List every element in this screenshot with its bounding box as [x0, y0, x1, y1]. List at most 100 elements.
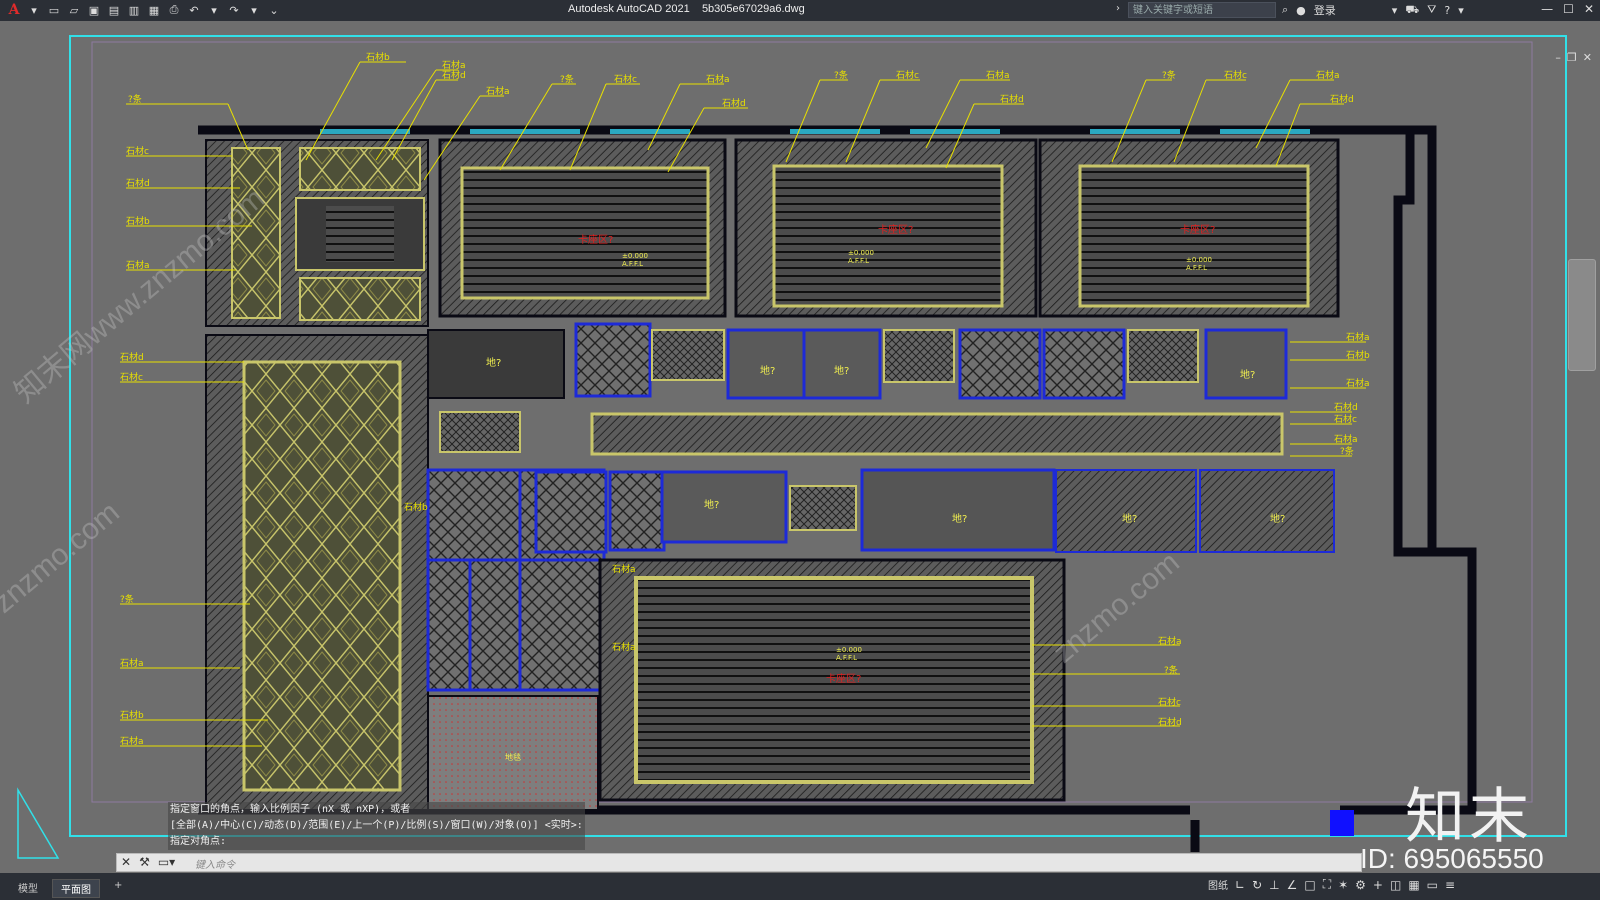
title-bar: A ▾ ▭ ▱ ▣ ▤ ▥ ▦ ⎙ ↶ ▾ ↷ ▾ ⌄ Autodesk Aut…	[0, 0, 1600, 21]
autodesk-account-icon[interactable]: ⛛	[1427, 3, 1436, 17]
hardware-accel-icon[interactable]: ▦	[1408, 878, 1419, 892]
undo-icon[interactable]: ↶	[186, 2, 202, 18]
svg-text:地?: 地?	[834, 364, 849, 377]
search-icon[interactable]: ⌕	[1282, 3, 1288, 17]
help-icon[interactable]: ?	[1444, 4, 1450, 17]
user-icon[interactable]: ●	[1296, 4, 1306, 17]
login-dropdown-icon[interactable]: ▾	[1392, 4, 1398, 17]
svg-text:石材d: 石材d	[1158, 716, 1182, 728]
osnap-icon[interactable]: □	[1304, 878, 1315, 892]
drawing-canvas[interactable]: 卡座区? 卡座区? 卡座区? 卡座区? 地? 地? 地? 地? 地? 地? 地?…	[0, 21, 1600, 873]
svg-text:±0.000: ±0.000	[622, 252, 648, 260]
svg-text:A.F.F.L: A.F.F.L	[622, 260, 643, 268]
workspace-gear-icon[interactable]: ⚙	[1355, 878, 1366, 892]
command-customize-icon[interactable]: ⚒	[139, 855, 150, 869]
clean-screen-icon[interactable]: ▭	[1427, 878, 1438, 892]
chevron-down-icon[interactable]: ▾	[26, 2, 42, 18]
svg-text:石材d: 石材d	[120, 351, 144, 363]
open-folder-icon[interactable]: ▱	[66, 2, 82, 18]
svg-text:地?: 地?	[704, 498, 719, 511]
svg-text:地?: 地?	[1122, 512, 1137, 525]
customize-icon[interactable]: ≡	[1445, 878, 1455, 892]
redo-icon[interactable]: ↷	[226, 2, 242, 18]
command-close-icon[interactable]: ✕	[121, 855, 131, 869]
svg-text:石材a: 石材a	[612, 563, 636, 575]
customize-toolbar-icon[interactable]: ⌄	[266, 2, 282, 18]
quick-access-toolbar: A ▾ ▭ ▱ ▣ ▤ ▥ ▦ ⎙ ↶ ▾ ↷ ▾ ⌄	[6, 2, 282, 18]
svg-text:?条: ?条	[128, 93, 142, 105]
svg-text:?条: ?条	[1162, 69, 1176, 81]
status-bar: 模型 平面图 + 图纸 ∟ ↻ ⊥ ∠ □ ⛶ ✶ ⚙ + ◫ ▦ ▭ ≡	[0, 873, 1600, 900]
cart-icon[interactable]: ⛟	[1405, 3, 1419, 18]
svg-text:地毯: 地毯	[505, 752, 521, 762]
maximize-icon[interactable]: ☐	[1563, 2, 1574, 16]
viewport-restore-icon[interactable]: ❐	[1567, 51, 1577, 64]
minimize-icon[interactable]: —	[1541, 2, 1553, 16]
svg-text:石材b: 石材b	[120, 709, 144, 721]
svg-text:A.F.F.L: A.F.F.L	[848, 257, 869, 265]
navigation-bar[interactable]	[1568, 259, 1596, 371]
add-layout-button[interactable]: +	[106, 879, 130, 898]
search-input[interactable]: 键入关键字或短语	[1128, 2, 1276, 18]
svg-text:石材a: 石材a	[612, 641, 636, 653]
window-controls: — ☐ ✕	[1541, 2, 1594, 16]
svg-text:卡座区?: 卡座区?	[1180, 223, 1215, 236]
svg-text:A.F.F.L: A.F.F.L	[1186, 264, 1207, 272]
svg-text:石材d: 石材d	[1334, 401, 1358, 413]
svg-text:石材d: 石材d	[442, 69, 466, 81]
command-history-line: 指定对角点:	[168, 834, 585, 850]
tab-model[interactable]: 模型	[10, 879, 46, 898]
svg-text:石材a: 石材a	[120, 657, 144, 669]
room-label: 卡座区?	[578, 233, 613, 246]
svg-text:石材a: 石材a	[1158, 635, 1182, 647]
ortho-icon[interactable]: ⊥	[1269, 878, 1279, 892]
svg-text:地?: 地?	[760, 364, 775, 377]
annotation-visibility-icon[interactable]: ✶	[1338, 878, 1348, 892]
open-web-icon[interactable]: ▥	[126, 2, 142, 18]
file-name: 5b305e67029a6.dwg	[701, 3, 805, 15]
save-icon[interactable]: ▣	[86, 2, 102, 18]
save-as-icon[interactable]: ▤	[106, 2, 122, 18]
window-title: Autodesk AutoCAD 2021 5b305e67029a6.dwg	[568, 3, 805, 15]
viewport-minimize-icon[interactable]: –	[1555, 51, 1561, 64]
svg-text:?条: ?条	[120, 593, 134, 605]
svg-text:石材b: 石材b	[126, 215, 150, 227]
svg-text:石材a: 石材a	[986, 69, 1010, 81]
polar-icon[interactable]: ∠	[1287, 878, 1298, 892]
command-recent-icon[interactable]: ▭▾	[158, 855, 175, 869]
svg-text:石材c: 石材c	[1334, 413, 1357, 425]
undo-dropdown-icon[interactable]: ▾	[206, 2, 222, 18]
svg-text:石材a: 石材a	[706, 73, 730, 85]
svg-text:石材a: 石材a	[1334, 433, 1358, 445]
isolate-icon[interactable]: ◫	[1390, 878, 1401, 892]
plus-icon[interactable]: +	[1373, 878, 1383, 892]
svg-text:卡座区?: 卡座区?	[878, 223, 913, 236]
save-web-icon[interactable]: ▦	[146, 2, 162, 18]
svg-text:?条: ?条	[560, 73, 574, 85]
redo-dropdown-icon[interactable]: ▾	[246, 2, 262, 18]
svg-text:石材a: 石材a	[1316, 69, 1340, 81]
svg-text:石材d: 石材d	[126, 177, 150, 189]
help-dropdown-icon[interactable]: ▾	[1458, 4, 1464, 17]
svg-text:±0.000: ±0.000	[848, 249, 874, 257]
app-menu-icon[interactable]: A	[6, 2, 22, 18]
command-line[interactable]: ✕ ⚒ ▭▾ 键入命令	[116, 853, 1362, 872]
grid-snap-icon[interactable]: ∟	[1235, 878, 1245, 892]
svg-text:石材d: 石材d	[1330, 93, 1354, 105]
close-icon[interactable]: ✕	[1584, 2, 1594, 16]
infer-constraints-icon[interactable]: ↻	[1252, 878, 1262, 892]
new-file-icon[interactable]: ▭	[46, 2, 62, 18]
search-expand-icon[interactable]: ›	[1116, 3, 1120, 14]
svg-text:石材a: 石材a	[120, 735, 144, 747]
svg-text:地?: 地?	[952, 512, 967, 525]
login-link[interactable]: 登录	[1314, 2, 1336, 18]
svg-text:地?: 地?	[486, 356, 501, 369]
annotation-scale-icon[interactable]: ⛶	[1323, 877, 1331, 892]
viewport-close-icon[interactable]: ✕	[1583, 51, 1592, 64]
tab-layout[interactable]: 平面图	[52, 879, 100, 898]
print-icon[interactable]: ⎙	[166, 2, 182, 18]
paper-space-toggle[interactable]: 图纸	[1208, 877, 1228, 892]
command-history-line: 指定窗口的角点，输入比例因子 (nX 或 nXP)，或者	[168, 802, 585, 818]
command-input[interactable]: 键入命令	[195, 856, 235, 871]
svg-text:?条: ?条	[834, 69, 848, 81]
